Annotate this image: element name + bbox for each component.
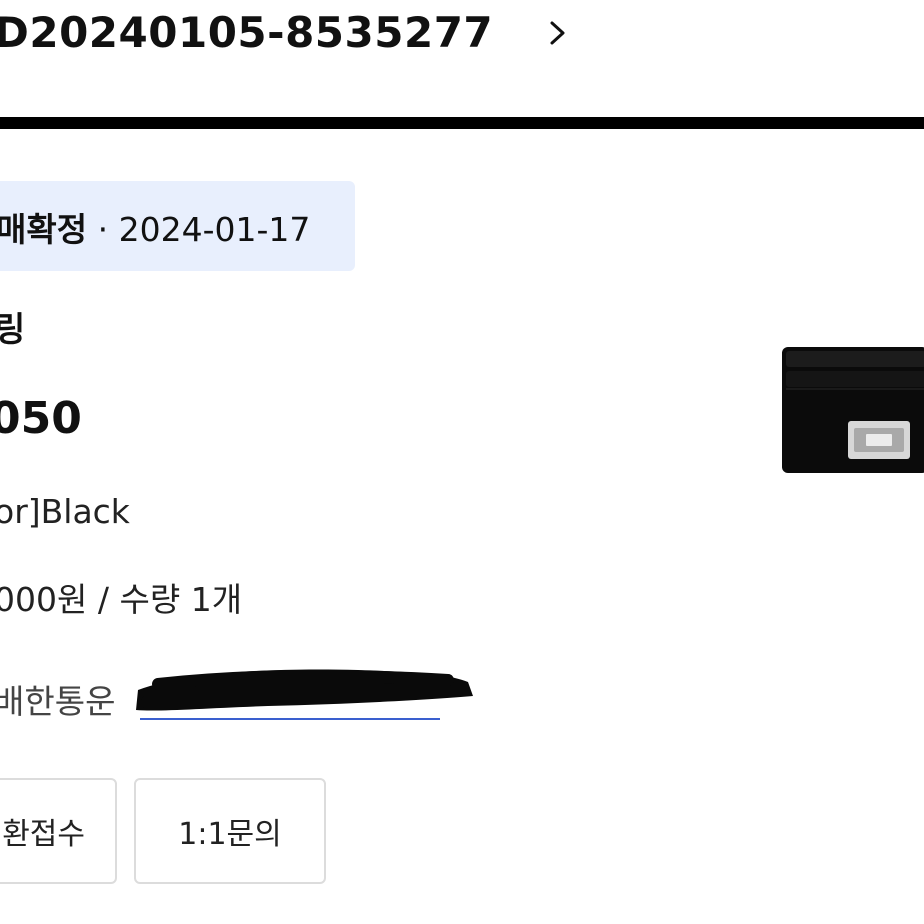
inquiry-button[interactable]: 1:1문의 <box>134 778 326 884</box>
inquiry-button-label: 1:1문의 <box>178 817 282 852</box>
status-label: 매확정 <box>0 210 88 249</box>
status-separator: · <box>97 210 109 249</box>
tracking-number-link[interactable] <box>140 688 440 720</box>
status-line: 매확정 · 2024-01-17 <box>0 203 310 251</box>
product-brand: 링 <box>0 310 26 350</box>
status-date: 2024-01-17 <box>118 210 311 249</box>
product-price: 000원 <box>0 580 88 619</box>
chevron-right-icon[interactable] <box>548 18 568 48</box>
price-quantity-line: 000원 / 수량 1개 <box>0 573 242 621</box>
order-number[interactable]: D20240105-8535277 <box>0 8 493 57</box>
product-quantity: 수량 1개 <box>119 580 243 619</box>
quantity-separator: / <box>97 580 109 619</box>
header-divider <box>0 117 924 129</box>
exchange-request-button[interactable]: 환접수 <box>0 778 117 884</box>
exchange-button-label: 환접수 <box>2 817 85 852</box>
wallet-image-icon[interactable] <box>780 345 924 475</box>
delivery-carrier: 배한통운 <box>0 682 116 721</box>
product-option: or]Black <box>0 492 130 531</box>
product-model[interactable]: 050 <box>0 393 82 444</box>
